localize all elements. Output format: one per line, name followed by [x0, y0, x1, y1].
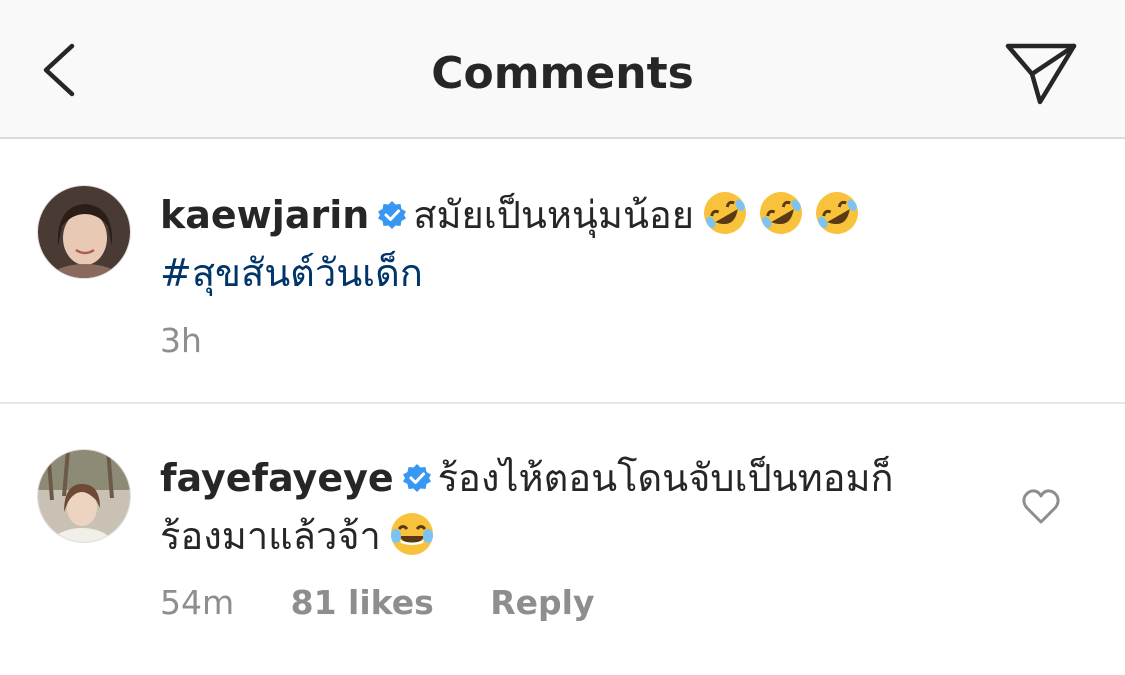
reply-button[interactable]: Reply	[490, 583, 594, 622]
verified-badge-icon	[402, 464, 431, 492]
share-button[interactable]	[996, 34, 1086, 114]
top-nav-bar: Comments	[0, 0, 1125, 139]
comment-timestamp: 54m	[160, 583, 235, 622]
avatar-photo	[38, 186, 130, 278]
like-button[interactable]	[1020, 486, 1062, 528]
face-with-tears-of-joy-emoji	[390, 513, 433, 555]
rolling-on-floor-laughing-emoji	[760, 192, 803, 234]
comment-username[interactable]: fayefayeye	[160, 456, 394, 500]
comment-body: kaewjarin สมัยเป็นหนุ่มน้อย #สุขสันต์วัน…	[160, 186, 950, 302]
likes-count-link[interactable]: 81 likes	[291, 583, 434, 622]
comment-body: fayefayeye ร้องไห้ตอนโดนจับเป็นทอมก็ร้อง…	[160, 449, 950, 565]
comment-text: สมัยเป็นหนุ่มน้อย	[413, 193, 695, 237]
comment-meta: 54m 81 likes Reply	[160, 581, 641, 625]
comment-meta: 3h	[160, 319, 248, 363]
comment-username[interactable]: kaewjarin	[160, 193, 369, 237]
paper-plane-icon	[1005, 43, 1077, 105]
verified-badge-icon	[378, 201, 407, 229]
avatar[interactable]	[37, 185, 131, 279]
rolling-on-floor-laughing-emoji	[816, 192, 859, 234]
avatar-photo	[38, 450, 130, 542]
page-title: Comments	[431, 48, 694, 99]
heart-outline-icon	[1022, 489, 1060, 524]
comment-timestamp: 3h	[160, 321, 202, 360]
comment-item: kaewjarin สมัยเป็นหนุ่มน้อย #สุขสันต์วัน…	[0, 139, 1125, 404]
rolling-on-floor-laughing-emoji	[704, 192, 747, 234]
hashtag-link[interactable]: #สุขสันต์วันเด็ก	[160, 251, 423, 295]
avatar[interactable]	[37, 449, 131, 543]
comment-item: fayefayeye ร้องไห้ตอนโดนจับเป็นทอมก็ร้อง…	[0, 404, 1125, 675]
